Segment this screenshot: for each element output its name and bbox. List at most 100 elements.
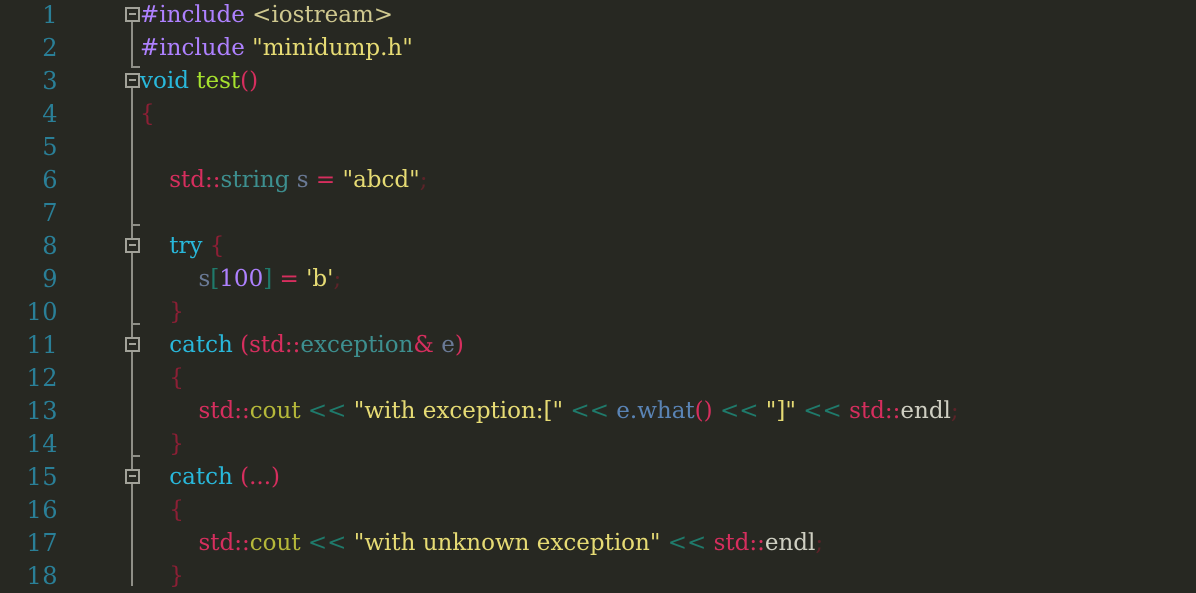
line-number: 8 — [42, 232, 58, 260]
code-line[interactable]: void test() — [140, 65, 258, 98]
code-token: = — [279, 266, 299, 292]
code-token: << — [307, 530, 347, 556]
line-number: 7 — [42, 199, 58, 227]
code-line[interactable]: catch (...) — [140, 461, 280, 494]
code-line[interactable]: catch (std::exception& e) — [140, 329, 464, 362]
code-token: std:: — [169, 167, 221, 193]
code-token: { — [209, 233, 225, 259]
line-number: 10 — [26, 298, 58, 326]
line-number: 9 — [42, 265, 58, 293]
code-token: ; — [815, 530, 824, 556]
code-line[interactable]: } — [140, 560, 184, 593]
code-line[interactable]: { — [140, 98, 155, 131]
code-token: { — [169, 497, 184, 523]
code-token: () — [240, 68, 259, 94]
code-token: e.what — [616, 398, 695, 424]
code-token: string — [220, 167, 290, 193]
code-line[interactable]: std::string s = "abcd"; — [140, 164, 427, 197]
code-token: test — [196, 68, 241, 94]
code-token: ( — [240, 332, 250, 358]
fold-guide-tick-catch-exception — [131, 323, 140, 325]
code-token: } — [169, 431, 184, 457]
code-editor[interactable]: 1 2 3 4 5 6 7 8 9 10 11 12 13 14 15 16 17 18 #include <io… — [0, 0, 1196, 590]
code-token: cout — [249, 398, 301, 424]
code-token: cout — [249, 530, 301, 556]
fold-toggle-icon[interactable] — [125, 73, 140, 88]
fold-toggle-icon[interactable] — [125, 238, 140, 253]
code-token: << — [719, 398, 759, 424]
code-token: exception — [300, 332, 414, 358]
code-line[interactable]: try { — [140, 230, 224, 263]
code-token: ; — [950, 398, 959, 424]
line-number: 12 — [26, 364, 58, 392]
code-token: << — [667, 530, 707, 556]
fold-guide-tick-catch-all — [131, 455, 140, 457]
code-token: { — [140, 101, 155, 127]
line-number: 15 — [26, 463, 58, 491]
code-line[interactable]: #include <iostream> — [140, 0, 393, 32]
fold-toggle-icon[interactable] — [125, 337, 140, 352]
code-token: catch — [169, 464, 233, 490]
line-number: 14 — [26, 430, 58, 458]
code-token: "with unknown exception" — [353, 530, 661, 556]
line-number: 2 — [42, 34, 58, 62]
code-token: ; — [419, 167, 428, 193]
line-number: 11 — [26, 331, 58, 359]
line-number: 18 — [26, 562, 58, 590]
code-token: try — [169, 233, 203, 259]
code-token: & — [413, 332, 434, 358]
line-number: 17 — [26, 529, 58, 557]
code-token: #include — [140, 2, 245, 28]
code-token: "minidump.h" — [252, 35, 413, 61]
line-number: 5 — [42, 133, 58, 161]
code-token: s — [296, 167, 309, 193]
code-token: endl — [764, 530, 816, 556]
line-number-gutter: 1 2 3 4 5 6 7 8 9 10 11 12 13 14 15 16 17 18 — [0, 0, 110, 590]
code-line[interactable]: std::cout << "with exception:[" << e.wha… — [140, 395, 959, 428]
line-number: 4 — [42, 100, 58, 128]
code-token: #include — [140, 35, 245, 61]
fold-guide-include-block — [131, 22, 133, 68]
fold-toggle-icon[interactable] — [125, 7, 140, 22]
code-token: std:: — [198, 530, 250, 556]
code-text-area[interactable]: #include <iostream> #include "minidump.h"… — [140, 0, 1196, 589]
code-token: void — [140, 68, 189, 94]
code-token: std:: — [249, 332, 301, 358]
code-token: s — [198, 266, 211, 292]
code-token: () — [694, 398, 713, 424]
line-number: 6 — [42, 166, 58, 194]
code-line[interactable]: s[100] = 'b'; — [140, 263, 342, 296]
code-line[interactable]: { — [140, 362, 184, 395]
code-line[interactable]: } — [140, 428, 184, 461]
code-token: 'b' — [306, 266, 334, 292]
code-token: std:: — [849, 398, 901, 424]
code-token: std:: — [198, 398, 250, 424]
code-token: endl — [900, 398, 951, 424]
code-line[interactable]: std::cout << "with unknown exception" <<… — [140, 527, 824, 560]
code-token: e — [441, 332, 455, 358]
code-line[interactable]: #include "minidump.h" — [140, 32, 413, 65]
code-line[interactable]: } — [140, 296, 184, 329]
fold-toggle-icon[interactable] — [125, 469, 140, 484]
code-token: catch — [169, 332, 233, 358]
code-line[interactable]: { — [140, 494, 184, 527]
